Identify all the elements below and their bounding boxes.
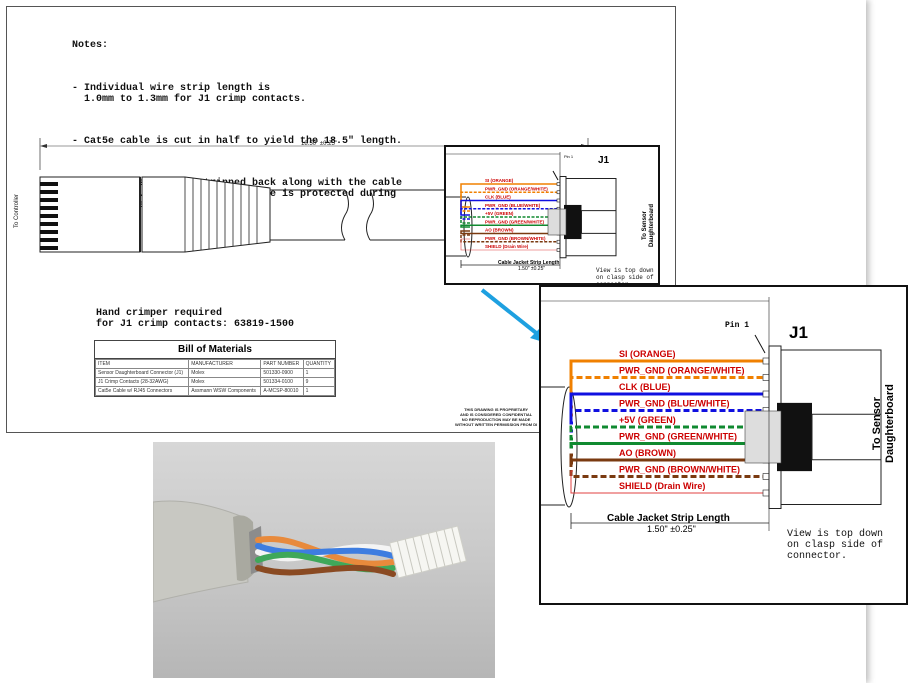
bom-header: QUANTITY	[302, 359, 336, 369]
bom-cell: 1	[302, 368, 336, 378]
cable-photo-image	[153, 500, 467, 603]
view-note-small: View is top down on clasp side of connec…	[596, 267, 654, 285]
pin-contact	[762, 473, 770, 480]
to-sensor-label: To Sensor Daughterboard	[871, 384, 897, 463]
wire-label: PWR_GND (GREEN/WHITE)	[485, 219, 545, 224]
connector-detail-small: SI (ORANGE) PWR_GND (ORANGE/WHITE) CLK (BL…	[444, 145, 660, 285]
bom-cell: J1 Crimp Contacts (28-32AWG)	[94, 377, 190, 387]
wire-label: CLK (BLUE)	[485, 195, 511, 200]
bom-cell: Molex	[188, 368, 262, 378]
wire-label: PWR_GND (ORANGE/WHITE)	[619, 366, 745, 376]
crimper-note: Hand crimper required for J1 crimp conta…	[96, 308, 295, 330]
connector-latch	[777, 402, 812, 472]
table-row: J1 Crimp Contacts (28-32AWG) Molex 50133…	[94, 377, 336, 387]
table-row: Cat5e Cable w/ RJ45 Connectors Assmann W…	[94, 386, 336, 396]
connector-latch	[564, 204, 582, 240]
pin-contact	[762, 489, 770, 497]
length-dimension: 18.50" ±0.25"	[301, 141, 337, 147]
to-sensor-label-small: To Sensor Daughterboard	[642, 204, 656, 247]
bom-cell: 501334-0100	[260, 377, 304, 387]
to-sensor-line: Daughterboard	[884, 384, 896, 463]
connector-detail-large: SI (ORANGE) PWR_GND (ORANGE/WHITE) CLK (BL…	[539, 285, 908, 605]
strip-length-label: Cable Jacket Strip Length	[607, 513, 730, 524]
bom-cell: 9	[302, 377, 336, 387]
table-row: Sensor Daughterboard Connector (J1) Mole…	[94, 368, 336, 378]
cable-end	[560, 386, 578, 508]
bom-title: Bill of Materials	[95, 341, 335, 359]
wire-label: +5V (GREEN)	[485, 211, 514, 216]
pin-contact	[762, 357, 770, 365]
bom-header: MANUFACTURER	[188, 359, 262, 369]
bill-of-materials: Bill of Materials ITEM MANUFACTURER PART…	[94, 340, 336, 397]
to-controller-label: To Controller	[14, 193, 20, 228]
pin1-arrow	[754, 334, 766, 354]
bom-table: ITEM MANUFACTURER PART NUMBER QUANTITY S…	[94, 359, 336, 396]
j1-label-small: J1	[598, 155, 610, 166]
pin1-label: Pin 1	[725, 321, 750, 330]
to-sensor-line: Daughterboard	[649, 203, 655, 247]
bom-header: PART NUMBER	[260, 359, 304, 369]
proprietary-line: WITHOUT WRITTEN PERMISSION FROM DI	[455, 422, 538, 427]
bom-cell: Sensor Daughterboard Connector (J1)	[94, 368, 190, 378]
wire-label: SHIELD (Drain Wire)	[485, 244, 529, 249]
wire-label: CLK (BLUE)	[619, 382, 671, 392]
wire-label: PWR_GND (BLUE/WHITE)	[619, 399, 730, 409]
to-sensor-line: To Sensor	[871, 397, 883, 451]
connector-hatch	[547, 208, 567, 236]
wire-label: PWR_GND (GREEN/WHITE)	[619, 432, 737, 442]
wire-label: PWR_GND (ORANGE/WHITE)	[485, 186, 548, 191]
to-sensor-line: To Sensor	[642, 211, 648, 240]
proprietary-notice: THIS DRAWING IS PROPRIETARY AND IS CONSI…	[455, 407, 537, 427]
wire-label: +5V (GREEN)	[619, 415, 676, 425]
wire-label: SHIELD (Drain Wire)	[619, 481, 705, 491]
bom-cell: Assmann WSW Components	[188, 386, 262, 396]
strip-length-dim: 1.50" ±0.25"	[647, 524, 696, 534]
pin1-label-small: Pin 1	[564, 154, 574, 159]
view-note: View is top down on clasp side of connec…	[787, 529, 884, 562]
bom-cell: Cat5e Cable w/ RJ45 Connectors	[94, 386, 190, 396]
connector-hatch	[744, 410, 782, 464]
pin1-arrow	[552, 170, 559, 181]
bom-cell: 1	[302, 386, 336, 396]
bom-cell: 501330-0900	[260, 368, 304, 378]
bom-cell: A-MCSP-80010	[260, 386, 304, 396]
wire	[569, 442, 763, 449]
wire-label: PWR_GND (BLUE/WHITE)	[485, 203, 541, 208]
j1-label: J1	[789, 323, 808, 342]
pin-contact	[762, 374, 770, 381]
wire-label: AO (BROWN)	[619, 448, 676, 458]
wire-label: PWR_GND (BROWN/WHITE)	[619, 465, 740, 475]
wire-label: SI (ORANGE)	[619, 349, 676, 359]
wire-label: SI (ORANGE)	[485, 178, 514, 183]
connector-slot	[581, 210, 617, 234]
cable-photo	[153, 442, 495, 678]
bom-header: ITEM	[94, 359, 190, 369]
wire-label: PWR_GND (BROWN/WHITE)	[485, 236, 546, 241]
wire-label: AO (BROWN)	[485, 228, 514, 233]
bom-cell: Molex	[188, 377, 262, 387]
strip-length-dim-small: 1.50" ±0.25"	[518, 266, 546, 272]
pin-contact	[762, 390, 770, 398]
